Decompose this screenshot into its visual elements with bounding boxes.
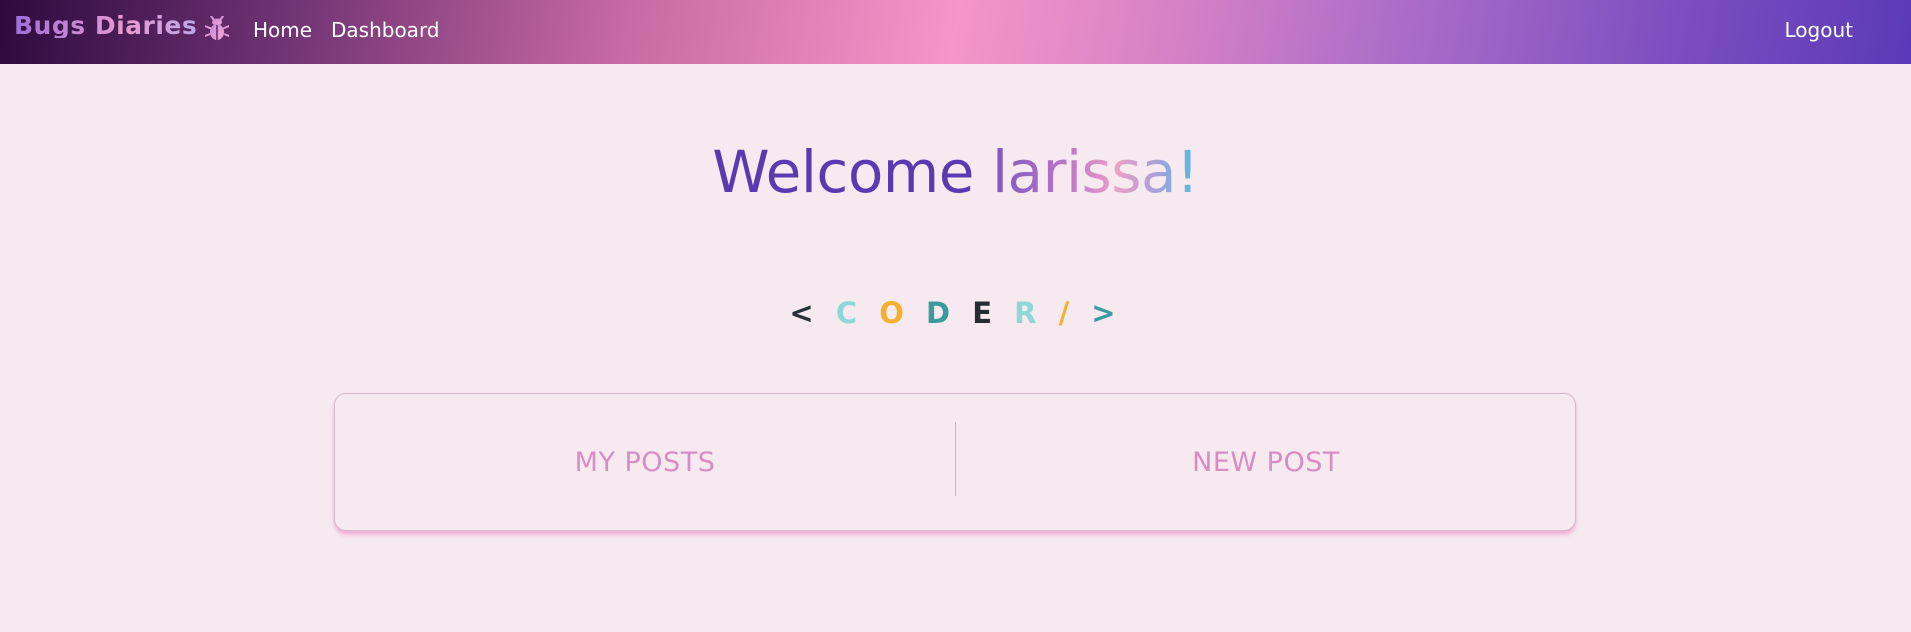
coder-slash: / xyxy=(1058,296,1076,330)
coder-letter-r: R xyxy=(1014,296,1043,330)
actions-card: MY POSTS NEW POST xyxy=(334,393,1576,531)
ladybug-icon xyxy=(205,16,229,40)
coder-letter-d: D xyxy=(926,296,957,330)
coder-open-bracket: < xyxy=(789,296,820,330)
navbar: Bugs Diaries Home Dashboard Logout xyxy=(0,0,1911,64)
new-post-button[interactable]: NEW POST xyxy=(956,394,1576,530)
nav-link-home[interactable]: Home xyxy=(253,20,312,40)
welcome-username: larissa! xyxy=(991,138,1199,206)
nav-link-dashboard[interactable]: Dashboard xyxy=(331,20,440,40)
logout-link[interactable]: Logout xyxy=(1785,20,1853,40)
coder-letter-c: C xyxy=(835,296,864,330)
brand-logo-text[interactable]: Bugs Diaries xyxy=(14,13,197,38)
welcome-heading: Welcome larissa! xyxy=(0,132,1911,212)
my-posts-button[interactable]: MY POSTS xyxy=(335,394,955,530)
coder-badge: < C O D E R / > xyxy=(0,296,1911,330)
coder-letter-e: E xyxy=(972,296,998,330)
welcome-prefix: Welcome xyxy=(712,138,992,206)
coder-letter-o: O xyxy=(879,296,910,330)
coder-close-bracket: > xyxy=(1091,296,1122,330)
